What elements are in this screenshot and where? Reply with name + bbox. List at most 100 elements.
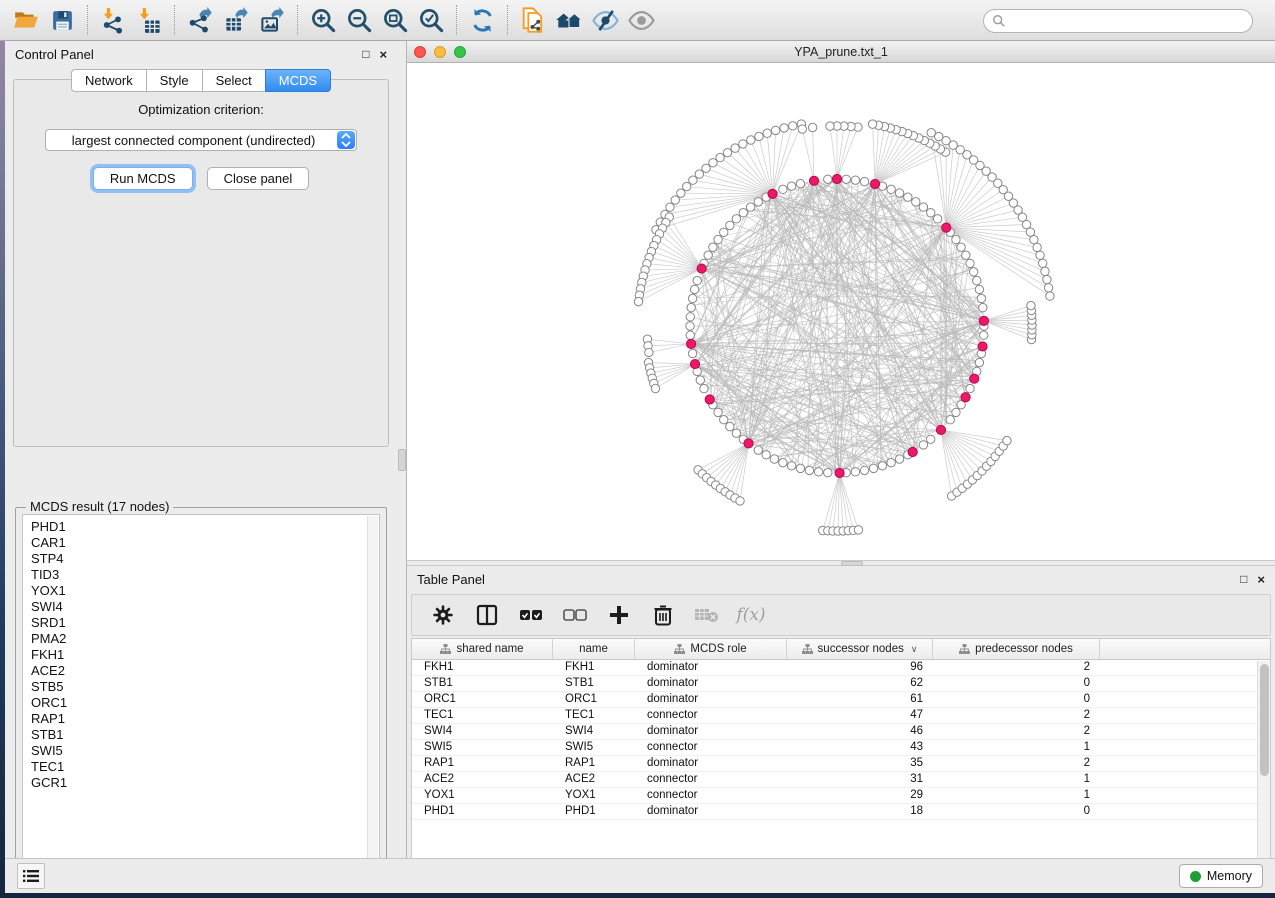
graph-leaf-node[interactable] bbox=[763, 129, 771, 137]
table-cell[interactable]: 61 bbox=[787, 692, 933, 707]
column-header-name[interactable]: name bbox=[553, 639, 635, 659]
zoom-out-icon[interactable] bbox=[341, 3, 377, 37]
graph-node[interactable] bbox=[720, 416, 728, 424]
graph-node[interactable] bbox=[805, 466, 813, 474]
graph-mcds-node[interactable] bbox=[870, 179, 879, 188]
table-cell[interactable]: TEC1 bbox=[553, 708, 635, 723]
graph-mcds-node[interactable] bbox=[908, 447, 917, 456]
graph-node[interactable] bbox=[957, 243, 965, 251]
graph-node[interactable] bbox=[851, 468, 859, 476]
show-all-houses-icon[interactable] bbox=[551, 3, 587, 37]
graph-node[interactable] bbox=[860, 466, 868, 474]
export-table-icon[interactable] bbox=[218, 3, 254, 37]
graph-node[interactable] bbox=[887, 185, 895, 193]
mcds-result-item[interactable]: PMA2 bbox=[31, 631, 379, 647]
zoom-fit-icon[interactable] bbox=[377, 3, 413, 37]
table-cell[interactable]: STB1 bbox=[553, 676, 635, 691]
graph-node[interactable] bbox=[787, 182, 795, 190]
graph-mcds-node[interactable] bbox=[970, 374, 979, 383]
graph-leaf-node[interactable] bbox=[826, 122, 834, 130]
graph-node[interactable] bbox=[842, 175, 850, 183]
graph-mcds-node[interactable] bbox=[686, 339, 695, 348]
table-cell[interactable]: PHD1 bbox=[553, 804, 635, 819]
table-row[interactable]: ACE2ACE2connector311 bbox=[412, 772, 1270, 788]
graph-node[interactable] bbox=[714, 408, 722, 416]
table-cell[interactable]: PHD1 bbox=[412, 804, 553, 819]
table-cell[interactable]: 31 bbox=[787, 772, 933, 787]
graph-leaf-node[interactable] bbox=[651, 384, 659, 392]
table-row[interactable]: PHD1PHD1dominator180 bbox=[412, 804, 1270, 820]
close-panel-icon[interactable]: × bbox=[380, 48, 388, 61]
graph-node[interactable] bbox=[904, 193, 912, 201]
table-cell[interactable]: 29 bbox=[787, 788, 933, 803]
graph-node[interactable] bbox=[796, 464, 804, 472]
graph-node[interactable] bbox=[878, 462, 886, 470]
table-cell[interactable]: 18 bbox=[787, 804, 933, 819]
graph-leaf-node[interactable] bbox=[689, 176, 697, 184]
graph-leaf-node[interactable] bbox=[677, 189, 685, 197]
table-row[interactable]: ORC1ORC1dominator610 bbox=[412, 692, 1270, 708]
graph-mcds-node[interactable] bbox=[832, 174, 841, 183]
network-graph[interactable] bbox=[407, 63, 1275, 560]
clone-network-icon[interactable] bbox=[515, 3, 551, 37]
save-session-icon[interactable] bbox=[44, 3, 80, 37]
graph-node[interactable] bbox=[933, 215, 941, 223]
graph-node[interactable] bbox=[814, 468, 822, 476]
table-cell[interactable]: 2 bbox=[933, 724, 1100, 739]
mcds-result-list[interactable]: PHD1CAR1STP4TID3YOX1SWI4SRD1PMA2FKH1ACE2… bbox=[22, 514, 380, 868]
graph-mcds-node[interactable] bbox=[979, 316, 988, 325]
import-table-icon[interactable] bbox=[131, 3, 167, 37]
graph-node[interactable] bbox=[824, 175, 832, 183]
graph-node[interactable] bbox=[946, 416, 954, 424]
graph-node[interactable] bbox=[693, 276, 701, 284]
graph-leaf-node[interactable] bbox=[780, 124, 788, 132]
show-hidden-eye-icon[interactable] bbox=[623, 3, 659, 37]
graph-leaf-node[interactable] bbox=[1041, 267, 1049, 275]
graph-leaf-node[interactable] bbox=[771, 126, 779, 134]
search-box[interactable] bbox=[983, 9, 1253, 33]
graph-node[interactable] bbox=[690, 285, 698, 293]
graph-node[interactable] bbox=[686, 331, 694, 339]
run-mcds-button[interactable]: Run MCDS bbox=[93, 167, 193, 190]
table-cell[interactable]: dominator bbox=[635, 660, 787, 675]
graph-node[interactable] bbox=[860, 177, 868, 185]
mcds-result-item[interactable]: FKH1 bbox=[31, 647, 379, 663]
graph-leaf-node[interactable] bbox=[723, 148, 731, 156]
tab-mcds[interactable]: MCDS bbox=[265, 69, 331, 92]
delete-column-trash-icon[interactable] bbox=[648, 600, 678, 630]
graph-node[interactable] bbox=[973, 276, 981, 284]
table-cell[interactable]: YOX1 bbox=[553, 788, 635, 803]
table-cell[interactable]: 62 bbox=[787, 676, 933, 691]
zoom-in-icon[interactable] bbox=[305, 3, 341, 37]
mcds-result-item[interactable]: STB1 bbox=[31, 727, 379, 743]
float-panel-icon[interactable]: □ bbox=[1240, 573, 1247, 585]
graph-leaf-node[interactable] bbox=[1038, 259, 1046, 267]
table-cell[interactable]: dominator bbox=[635, 692, 787, 707]
mcds-result-item[interactable]: PHD1 bbox=[31, 519, 379, 535]
graph-leaf-node[interactable] bbox=[789, 122, 797, 130]
graph-leaf-node[interactable] bbox=[747, 136, 755, 144]
search-input[interactable] bbox=[1006, 14, 1252, 28]
table-cell[interactable]: connector bbox=[635, 708, 787, 723]
function-builder-icon[interactable]: f(x) bbox=[736, 600, 766, 630]
table-settings-gear-icon[interactable] bbox=[428, 600, 458, 630]
graph-leaf-node[interactable] bbox=[731, 144, 739, 152]
graph-leaf-node[interactable] bbox=[666, 203, 674, 211]
graph-node[interactable] bbox=[714, 235, 722, 243]
graph-node[interactable] bbox=[952, 408, 960, 416]
graph-node[interactable] bbox=[919, 203, 927, 211]
table-cell[interactable]: 43 bbox=[787, 740, 933, 755]
table-cell[interactable]: TEC1 bbox=[412, 708, 553, 723]
graph-node[interactable] bbox=[700, 384, 708, 392]
table-cell[interactable]: ORC1 bbox=[553, 692, 635, 707]
graph-node[interactable] bbox=[824, 469, 832, 477]
refresh-icon[interactable] bbox=[464, 3, 500, 37]
graph-node[interactable] bbox=[927, 435, 935, 443]
export-image-icon[interactable] bbox=[254, 3, 290, 37]
table-cell[interactable]: YOX1 bbox=[412, 788, 553, 803]
table-cell[interactable]: 47 bbox=[787, 708, 933, 723]
graph-mcds-node[interactable] bbox=[809, 176, 818, 185]
graph-mcds-node[interactable] bbox=[744, 439, 753, 448]
table-cell[interactable]: 0 bbox=[933, 692, 1100, 707]
mcds-result-item[interactable]: GCR1 bbox=[31, 775, 379, 791]
